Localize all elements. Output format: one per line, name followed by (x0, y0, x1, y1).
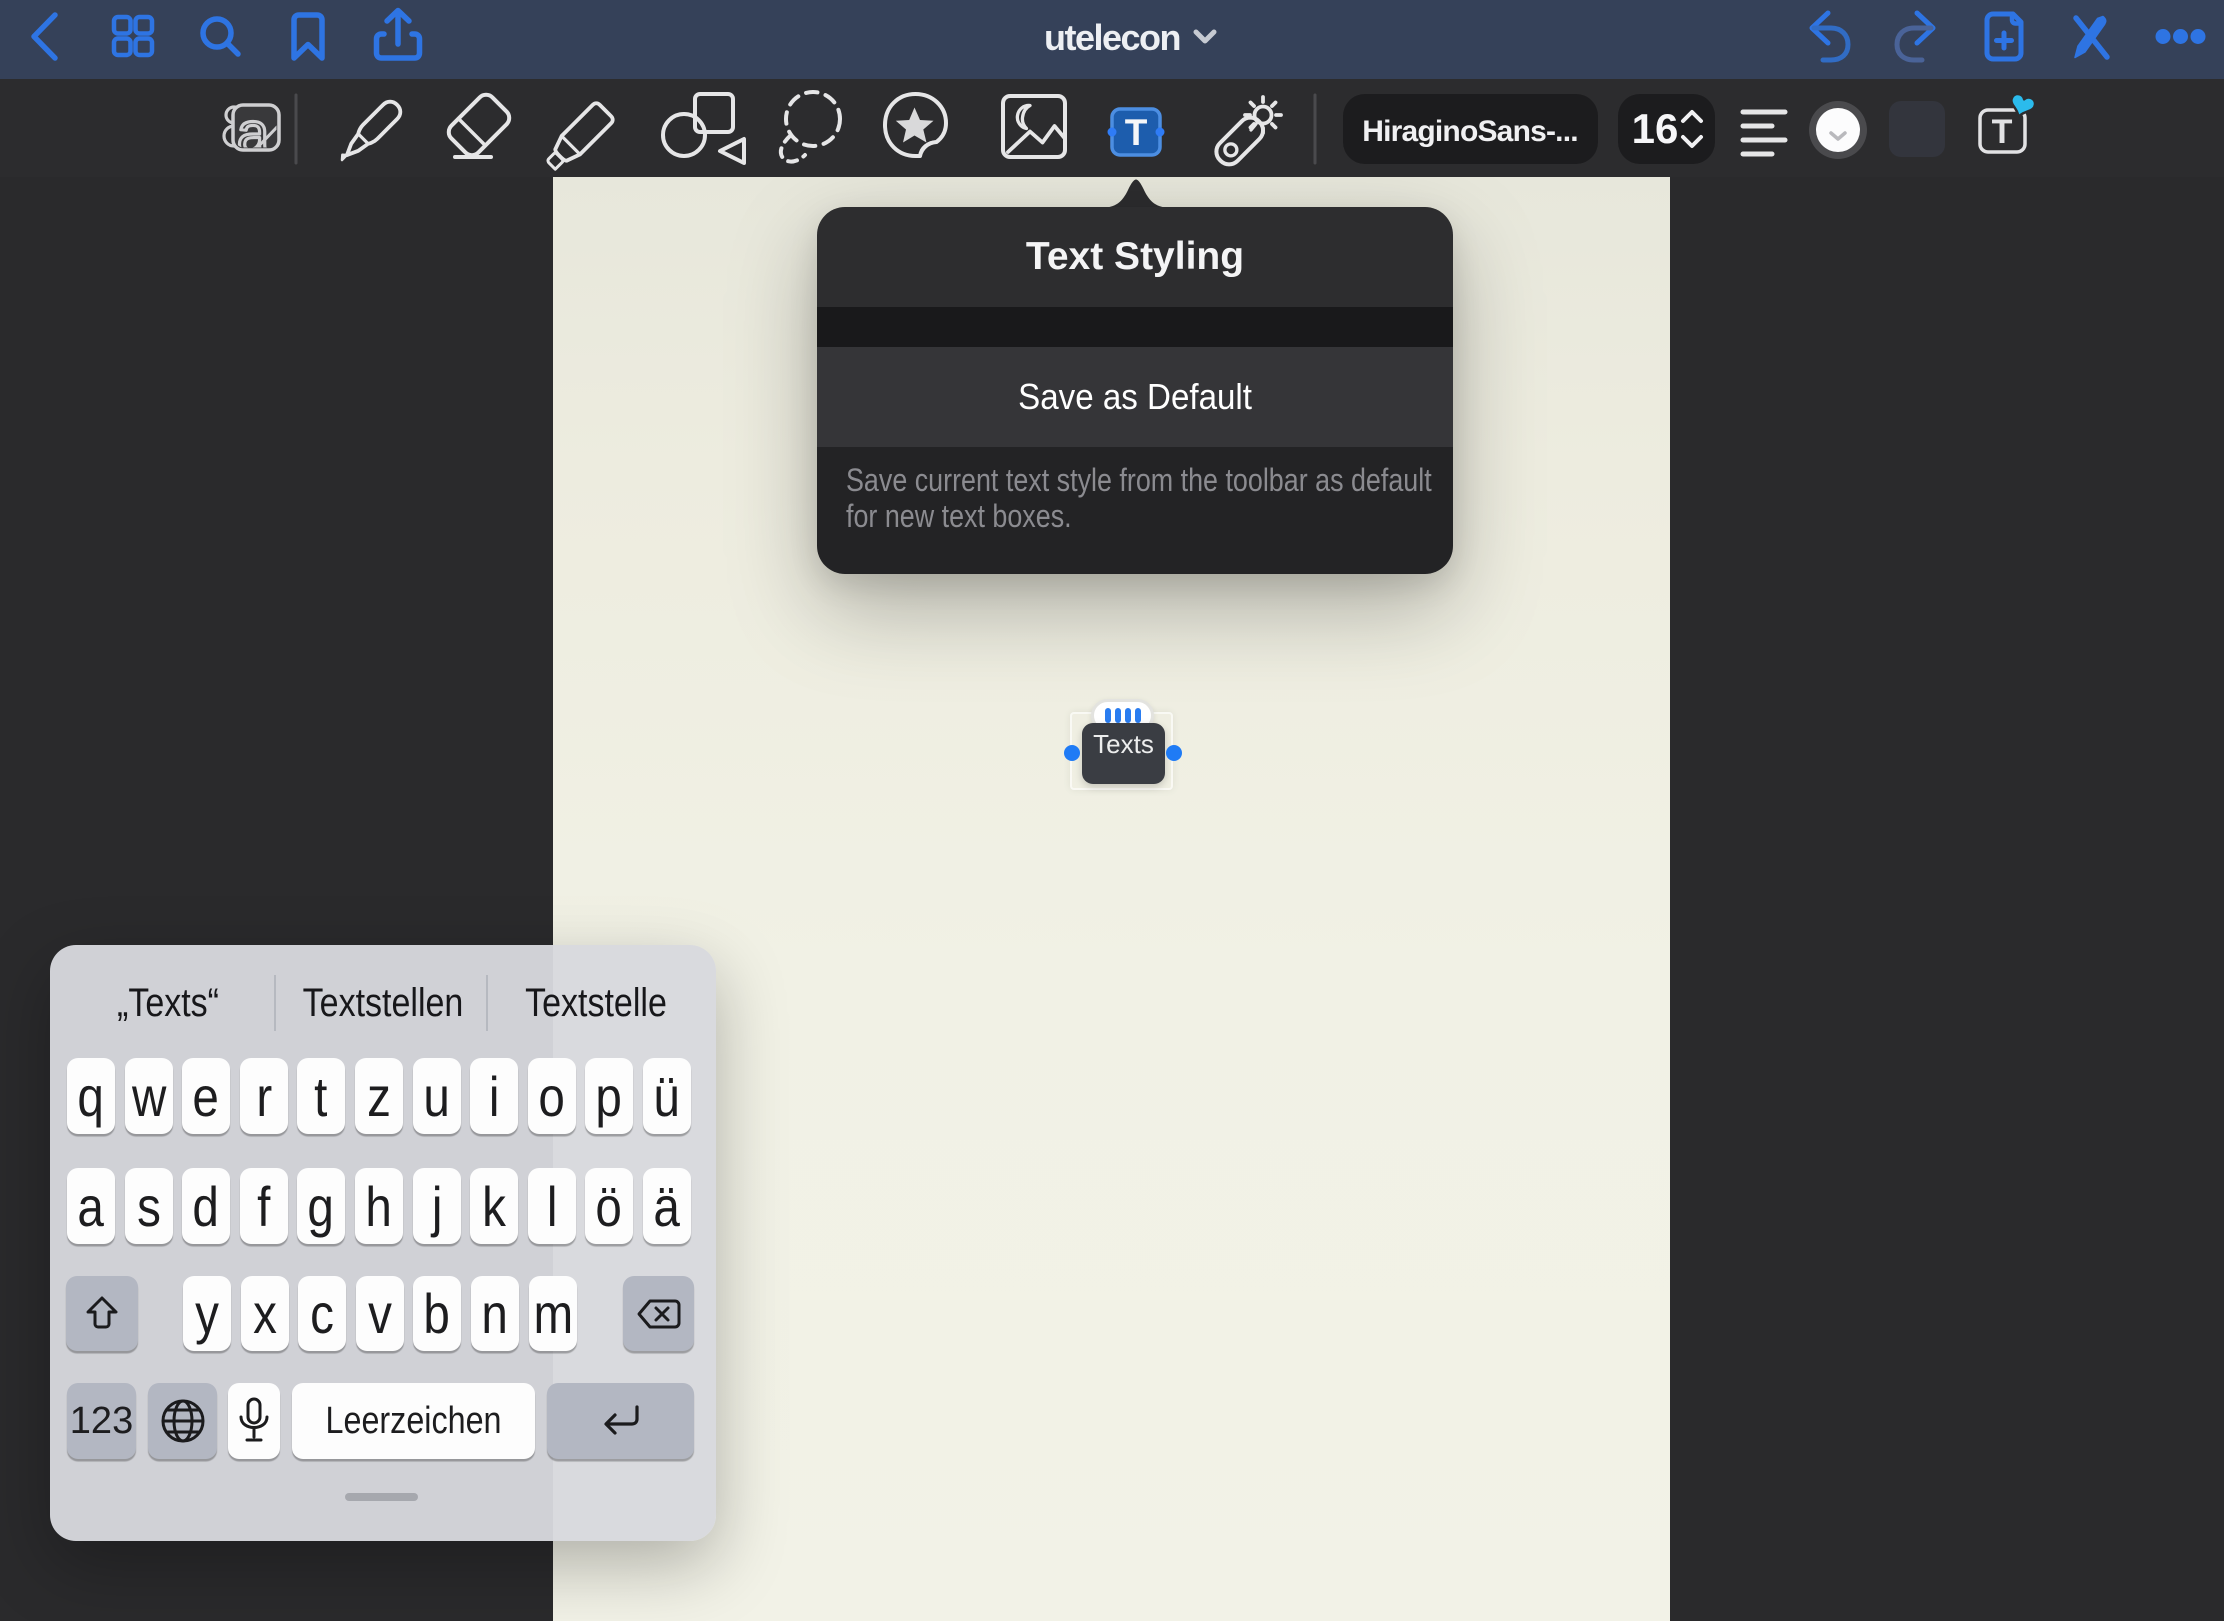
svg-text:utelecon: utelecon (1044, 17, 1180, 58)
svg-text:16: 16 (1632, 105, 1679, 152)
svg-text:HiraginoSans-...: HiraginoSans-... (1362, 115, 1578, 148)
svg-text:a: a (237, 101, 270, 166)
svg-text:T: T (1125, 112, 1148, 153)
svg-text:T: T (1992, 113, 2013, 151)
